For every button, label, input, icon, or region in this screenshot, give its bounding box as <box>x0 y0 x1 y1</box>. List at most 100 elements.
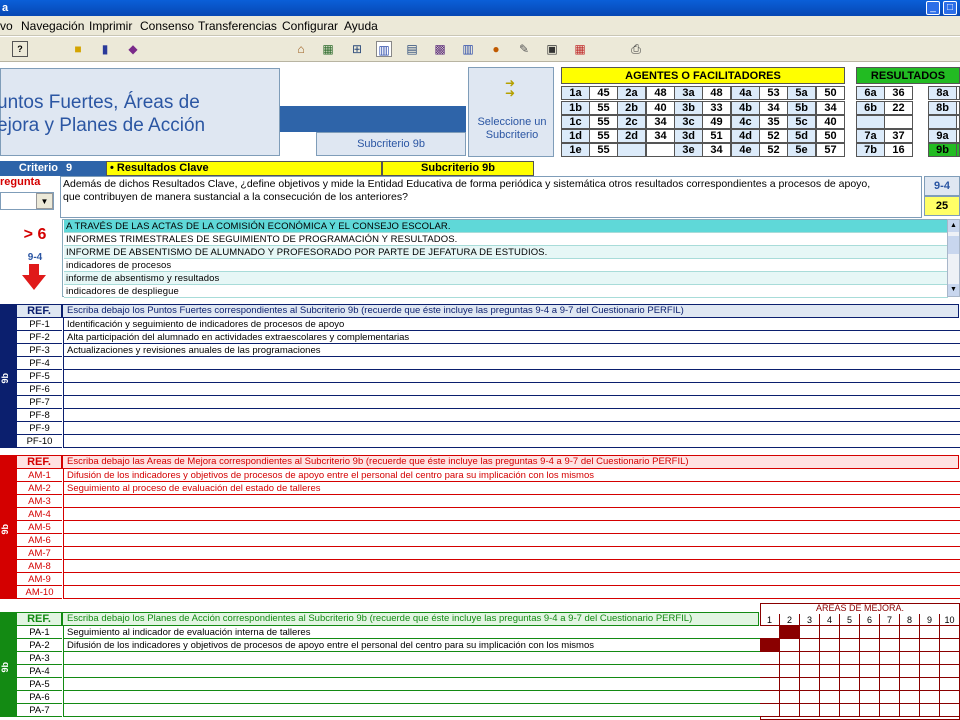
agentes-subcrit-code[interactable]: 1d <box>561 129 590 143</box>
areas-mejora-cell[interactable] <box>920 652 940 665</box>
areas-mejora-cell[interactable] <box>760 639 780 652</box>
areas-mejora-cell[interactable] <box>940 665 960 678</box>
areas-mejora-cell[interactable] <box>860 691 880 704</box>
areas-mejora-cell[interactable] <box>940 639 960 652</box>
resultados-subcrit-code[interactable] <box>928 115 957 129</box>
maximize-button[interactable]: □ <box>943 1 957 15</box>
areas-mejora-cell[interactable] <box>860 626 880 639</box>
pf-row-text[interactable] <box>63 396 960 409</box>
agentes-subcrit-code[interactable]: 2c <box>617 115 646 129</box>
resultados-subcrit-code[interactable]: 7a <box>856 129 885 143</box>
areas-mejora-cell[interactable] <box>820 678 840 691</box>
areas-mejora-cell[interactable] <box>800 639 820 652</box>
areas-mejora-cell[interactable] <box>880 626 900 639</box>
am-row-text[interactable] <box>63 521 960 534</box>
areas-mejora-cell[interactable] <box>820 626 840 639</box>
pa-row-text[interactable] <box>63 652 760 665</box>
areas-mejora-cell[interactable] <box>860 704 880 717</box>
areas-mejora-cell[interactable] <box>940 678 960 691</box>
agentes-subcrit-code[interactable]: 2b <box>617 101 646 115</box>
areas-mejora-cell[interactable] <box>820 665 840 678</box>
agentes-subcrit-code[interactable]: 2d <box>617 129 646 143</box>
areas-mejora-cell[interactable] <box>800 704 820 717</box>
areas-mejora-cell[interactable] <box>820 639 840 652</box>
answers-list[interactable]: A TRAVÉS DE LAS ACTAS DE LA COMISIÓN ECO… <box>62 219 948 298</box>
menu-ayuda[interactable]: Ayuda <box>344 19 378 33</box>
areas-mejora-cell[interactable] <box>840 652 860 665</box>
areas-mejora-cell[interactable] <box>760 665 780 678</box>
matrix-icon[interactable]: ▩ <box>432 41 448 57</box>
grid-icon[interactable]: ▦ <box>320 41 336 57</box>
agentes-subcrit-code[interactable]: 5b <box>787 101 816 115</box>
am-row-text[interactable] <box>63 573 960 586</box>
agentes-subcrit-code[interactable]: 1c <box>561 115 590 129</box>
agentes-subcrit-code[interactable]: 5d <box>787 129 816 143</box>
agentes-subcrit-code[interactable]: 4d <box>731 129 760 143</box>
areas-mejora-cell[interactable] <box>840 678 860 691</box>
am-row-text[interactable] <box>63 586 960 599</box>
pa-row-text[interactable] <box>63 678 760 691</box>
areas-mejora-cell[interactable] <box>880 652 900 665</box>
menu-consenso[interactable]: Consenso <box>140 19 194 33</box>
pa-row-text[interactable]: Difusión de los indicadores y objetivos … <box>63 639 760 652</box>
areas-mejora-cell[interactable] <box>940 691 960 704</box>
areas-mejora-cell[interactable] <box>860 652 880 665</box>
areas-mejora-cell[interactable] <box>920 704 940 717</box>
dropdown-arrow-icon[interactable]: ▼ <box>36 193 53 209</box>
areas-mejora-cell[interactable] <box>800 626 820 639</box>
areas-mejora-cell[interactable] <box>860 639 880 652</box>
scroll-up-icon[interactable]: ▲ <box>948 220 959 232</box>
printer-icon[interactable]: ⎙ <box>628 41 644 57</box>
agentes-subcrit-code[interactable]: 3c <box>674 115 703 129</box>
camera-icon[interactable]: ▣ <box>544 41 560 57</box>
help-icon[interactable]: ? <box>12 41 28 57</box>
agentes-subcrit-code[interactable]: 3d <box>674 129 703 143</box>
resultados-subcrit-code[interactable]: 8b <box>928 101 957 115</box>
answer-item[interactable]: indicadores de procesos <box>64 259 948 272</box>
pf-row-text[interactable]: Identificación y seguimiento de indicado… <box>63 318 960 331</box>
am-row-text[interactable] <box>63 560 960 573</box>
answer-item[interactable]: A TRAVÉS DE LAS ACTAS DE LA COMISIÓN ECO… <box>64 220 948 233</box>
resultados-subcrit-code[interactable]: 7b <box>856 143 885 157</box>
areas-mejora-cell[interactable] <box>900 626 920 639</box>
areas-mejora-cell[interactable] <box>900 678 920 691</box>
tools-icon[interactable]: ✎ <box>516 41 532 57</box>
am-row-text[interactable]: Seguimiento al proceso de evaluación del… <box>63 482 960 495</box>
answer-item[interactable]: INFORMES TRIMESTRALES DE SEGUIMIENTO DE … <box>64 233 948 246</box>
agentes-subcrit-code[interactable]: 1b <box>561 101 590 115</box>
menu-configurar[interactable]: Configurar <box>282 19 338 33</box>
book-icon[interactable]: ◆ <box>125 41 141 57</box>
areas-mejora-cell[interactable] <box>760 652 780 665</box>
target-icon[interactable]: ● <box>488 41 504 57</box>
am-row-text[interactable] <box>63 547 960 560</box>
agentes-subcrit-code[interactable]: 5c <box>787 115 816 129</box>
areas-mejora-cell[interactable] <box>880 704 900 717</box>
areas-mejora-cell[interactable] <box>920 691 940 704</box>
areas-mejora-cell[interactable] <box>840 626 860 639</box>
areas-mejora-cell[interactable] <box>800 691 820 704</box>
resultados-subcrit-code[interactable]: 9a <box>928 129 957 143</box>
areas-mejora-cell[interactable] <box>900 639 920 652</box>
agentes-subcrit-code[interactable] <box>617 143 646 157</box>
areas-mejora-cell[interactable] <box>940 652 960 665</box>
am-row-text[interactable] <box>63 495 960 508</box>
menu-archivo[interactable]: vo <box>0 19 13 33</box>
areas-mejora-cell[interactable] <box>760 626 780 639</box>
areas-mejora-cell[interactable] <box>840 639 860 652</box>
pf-row-text[interactable] <box>63 422 960 435</box>
pa-row-text[interactable] <box>63 665 760 678</box>
areas-mejora-cell[interactable] <box>800 678 820 691</box>
answers-scrollbar[interactable]: ▲ ▼ <box>947 219 960 297</box>
pf-row-text[interactable] <box>63 409 960 422</box>
am-row-text[interactable]: Difusión de los indicadores y objetivos … <box>63 469 960 482</box>
pa-row-text[interactable] <box>63 691 760 704</box>
scroll-thumb[interactable] <box>948 236 959 254</box>
pf-row-text[interactable]: Actualizaciones y revisiones anuales de … <box>63 344 960 357</box>
resultados-subcrit-code[interactable] <box>856 115 885 129</box>
pf-row-text[interactable] <box>63 370 960 383</box>
areas-mejora-cell[interactable] <box>900 691 920 704</box>
areas-mejora-cell[interactable] <box>880 665 900 678</box>
menu-imprimir[interactable]: Imprimir <box>89 19 132 33</box>
areas-mejora-cell[interactable] <box>820 691 840 704</box>
areas-mejora-cell[interactable] <box>780 639 800 652</box>
